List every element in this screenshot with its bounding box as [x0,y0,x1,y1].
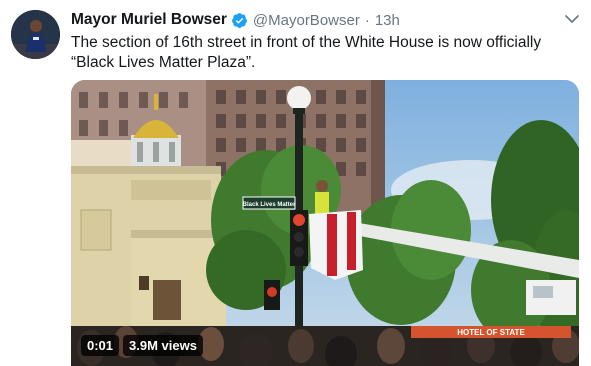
banner-text: HOTEL OF STATE [457,328,525,337]
video-badges: 0:01 3.9M views [81,335,203,356]
tweet-card[interactable]: Mayor Muriel Bowser @MayorBowser · 13h T… [0,0,591,366]
timestamp[interactable]: 13h [375,12,400,29]
street-sign: Black Lives Matter [242,196,296,210]
chevron-down-icon[interactable] [564,11,580,27]
tweet-text-line-1: The section of 16th street in front of t… [71,34,542,51]
video-view-count: 3.9M views [123,335,203,356]
avatar[interactable] [11,10,60,59]
dc-flag [309,210,363,280]
verified-badge-icon [231,12,247,28]
video-frame: Black Lives Matter HOTEL OF STATE [71,80,579,366]
separator-dot: · [364,11,370,29]
video-player[interactable]: Black Lives Matter HOTEL OF STATE [71,80,579,366]
tweet-header: Mayor Muriel Bowser @MayorBowser · 13h [71,10,400,30]
tweet-text-line-2: “Black Lives Matter Plaza”. [71,54,256,71]
street-sign-text: Black Lives Matter [243,202,296,208]
worker [315,180,329,214]
tweet-text: The section of 16th street in front of t… [71,33,571,73]
display-name[interactable]: Mayor Muriel Bowser [71,11,227,29]
video-elapsed-time: 0:01 [81,335,120,356]
user-handle[interactable]: @MayorBowser [253,12,360,29]
avatar-image [11,10,60,59]
